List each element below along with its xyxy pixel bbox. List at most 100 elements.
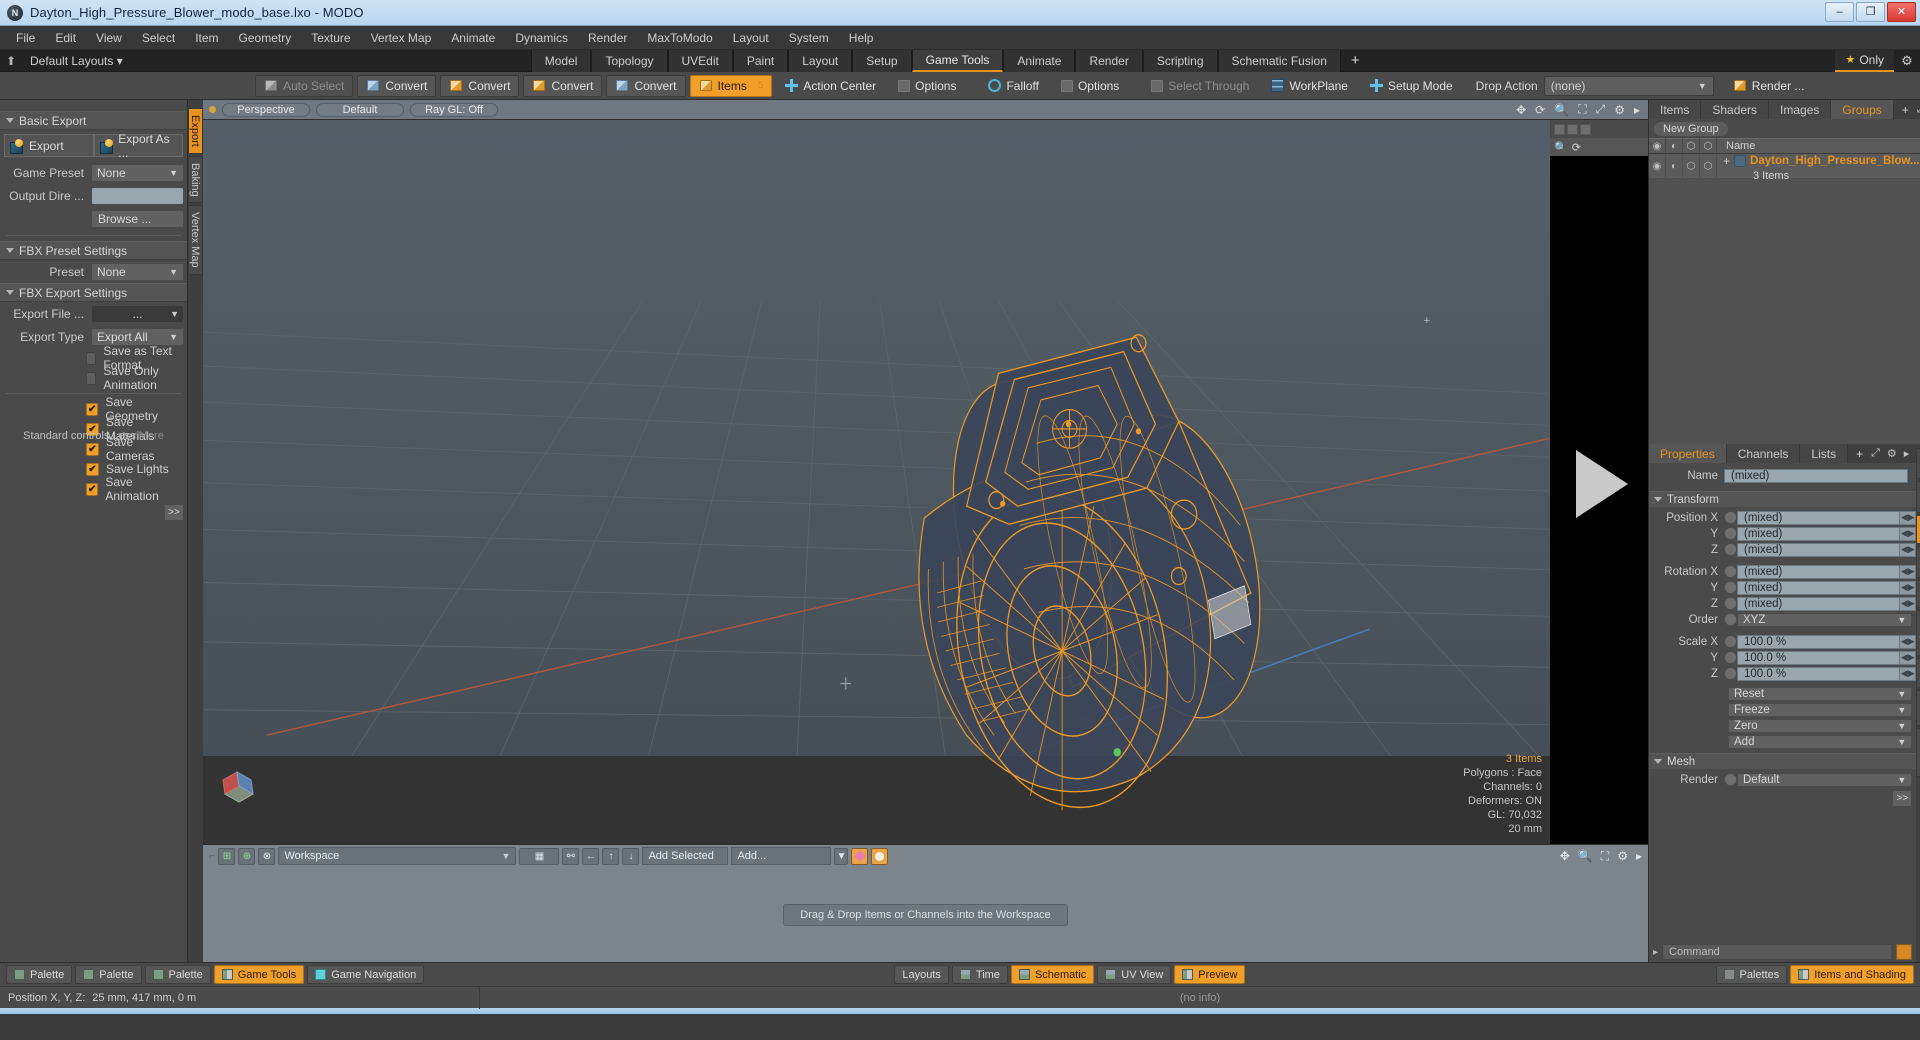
- scale-z-channel-toggle[interactable]: [1724, 667, 1737, 680]
- up-icon[interactable]: ↑: [602, 847, 620, 865]
- less-link[interactable]: Less: [112, 430, 135, 442]
- tab-items[interactable]: Items: [1649, 100, 1702, 119]
- move-icon[interactable]: ✥: [1516, 103, 1526, 117]
- menu-edit[interactable]: Edit: [45, 28, 86, 48]
- expand-more-button[interactable]: >>: [164, 504, 184, 521]
- fbx-export-section-header[interactable]: FBX Export Settings: [0, 283, 187, 302]
- vtab-group[interactable]: Group ...: [1916, 609, 1920, 657]
- preview-button[interactable]: Preview: [1174, 965, 1246, 984]
- search-icon[interactable]: 🔍: [1554, 141, 1568, 154]
- back-icon[interactable]: ←: [582, 847, 600, 865]
- vtab-export[interactable]: Export: [188, 108, 203, 154]
- browse-button[interactable]: Browse ...: [91, 209, 184, 228]
- preview-option-icon-1[interactable]: [1554, 123, 1565, 135]
- freeze-button[interactable]: Freeze ▼: [1728, 702, 1913, 717]
- time-button[interactable]: Time: [951, 965, 1008, 984]
- tab-channels[interactable]: Channels: [1726, 444, 1801, 463]
- add-button[interactable]: Add ▼: [1728, 734, 1913, 749]
- layout-tab-render[interactable]: Render: [1075, 49, 1143, 72]
- position-z-input[interactable]: (mixed): [1737, 542, 1901, 557]
- gear-icon[interactable]: ⚙: [1894, 53, 1920, 69]
- add-link-icon[interactable]: ⊗: [258, 847, 276, 865]
- game-tools-button[interactable]: Game Tools: [213, 965, 305, 984]
- add-properties-tab-button[interactable]: +: [1848, 444, 1872, 463]
- new-group-button[interactable]: New Group: [1653, 120, 1729, 137]
- position-x-channel-toggle[interactable]: [1724, 511, 1737, 524]
- add-node-icon[interactable]: ✥: [1560, 849, 1570, 863]
- gear-icon[interactable]: ⚙: [1887, 447, 1897, 460]
- options-button-2[interactable]: Options: [1051, 74, 1129, 97]
- checkbox-row-save-only-animation[interactable]: ✔ Save Only Animation: [0, 364, 184, 392]
- workplane-button[interactable]: WorkPlane: [1262, 74, 1357, 97]
- fbx-preset-section-header[interactable]: FBX Preset Settings: [0, 241, 187, 260]
- palette-button-3[interactable]: Palette: [144, 965, 211, 984]
- render-button[interactable]: Render ...: [1723, 74, 1814, 97]
- palettes-button[interactable]: Palettes: [1715, 965, 1788, 984]
- schematic-button[interactable]: Schematic: [1010, 965, 1095, 984]
- add-channel-icon[interactable]: ⊕: [238, 847, 256, 865]
- layout-tab-scripting[interactable]: Scripting: [1142, 49, 1218, 72]
- setup-mode-button[interactable]: Setup Mode: [1360, 74, 1462, 97]
- layout-tab-animate[interactable]: Animate: [1003, 49, 1076, 72]
- menu-animate[interactable]: Animate: [441, 28, 505, 48]
- arrow-right-icon[interactable]: ▸: [1904, 447, 1910, 460]
- command-execute-button[interactable]: [1896, 944, 1913, 960]
- rotation-y-channel-toggle[interactable]: [1724, 581, 1737, 594]
- orientation-gizmo-icon[interactable]: [215, 764, 271, 820]
- menu-system[interactable]: System: [779, 28, 839, 48]
- render-select[interactable]: Default ▼: [1737, 772, 1913, 787]
- close-button[interactable]: ✕: [1887, 1, 1916, 22]
- command-input[interactable]: Command: [1662, 944, 1893, 960]
- mesh-section-header[interactable]: Mesh: [1649, 753, 1917, 769]
- properties-more-button[interactable]: >>: [1892, 790, 1913, 807]
- refresh-icon[interactable]: ⟳: [1572, 141, 1581, 154]
- row-render-icon[interactable]: ◐: [1666, 154, 1683, 179]
- save-geometry-checkbox[interactable]: ✔: [86, 402, 99, 416]
- scale-z-input[interactable]: 100.0 %: [1737, 666, 1901, 681]
- uv-view-button[interactable]: UV View: [1097, 965, 1172, 984]
- vtab-di[interactable]: Di ...: [1916, 658, 1920, 688]
- schematic-workspace[interactable]: Drag & Drop Items or Channels into the W…: [203, 867, 1648, 962]
- menu-maxtomodo[interactable]: MaxToModo: [637, 28, 722, 48]
- vtab-lo[interactable]: Lo ...: [1916, 481, 1920, 513]
- menu-texture[interactable]: Texture: [301, 28, 360, 48]
- only-toggle-button[interactable]: ★ Only: [1835, 49, 1894, 72]
- maximize-button[interactable]: ❐: [1856, 1, 1885, 22]
- tab-lists[interactable]: Lists: [1800, 444, 1849, 463]
- export-type-select[interactable]: Export All ▼: [91, 327, 184, 346]
- color-swatch-white[interactable]: [871, 847, 889, 865]
- scale-y-input[interactable]: 100.0 %: [1737, 650, 1901, 665]
- vtab-vertex-map[interactable]: Vertex Map: [188, 205, 203, 276]
- layout-tab-model[interactable]: Model: [530, 49, 592, 72]
- menu-file[interactable]: File: [6, 28, 45, 48]
- viewport-raygl-toggle[interactable]: Ray GL: Off: [410, 102, 498, 117]
- home-icon[interactable]: ⬆: [0, 54, 22, 68]
- group-list-row[interactable]: ◉ ◐ ⬡ ⬡ + Dayton_High_Pressure_Blow... 3…: [1649, 154, 1920, 182]
- row-visibility-icon[interactable]: ◉: [1649, 154, 1666, 179]
- select-through-button[interactable]: Select Through: [1142, 74, 1259, 97]
- checkbox-row-save-animation[interactable]: ✔ Save Animation: [0, 475, 184, 503]
- game-navigation-button[interactable]: Game Navigation: [307, 965, 425, 984]
- rotation-z-channel-toggle[interactable]: [1724, 597, 1737, 610]
- vtab-m[interactable]: M ...: [1916, 514, 1920, 544]
- expand-icon[interactable]: ⤢: [1596, 102, 1606, 117]
- zoom-icon[interactable]: 🔍: [1554, 103, 1569, 117]
- scale-x-stepper[interactable]: ◀▶: [1900, 634, 1917, 649]
- tab-groups[interactable]: Groups: [1831, 100, 1894, 119]
- save-lights-checkbox[interactable]: ✔: [86, 462, 99, 476]
- menu-layout[interactable]: Layout: [723, 28, 779, 48]
- menu-render[interactable]: Render: [578, 28, 637, 48]
- vtab-user-c[interactable]: User C ...: [1916, 728, 1920, 778]
- output-dir-input[interactable]: [91, 186, 184, 205]
- minimize-button[interactable]: –: [1825, 1, 1854, 22]
- position-z-stepper[interactable]: ◀▶: [1900, 542, 1917, 557]
- menu-geometry[interactable]: Geometry: [229, 28, 302, 48]
- items-and-shading-button[interactable]: Items and Shading: [1790, 965, 1914, 984]
- add-layout-tab-button[interactable]: +: [1341, 50, 1370, 72]
- preset-select[interactable]: None ▼: [91, 262, 184, 281]
- blower-model-wireframe[interactable]: [203, 120, 1550, 844]
- grid-icon[interactable]: ▦: [519, 847, 560, 865]
- export-button[interactable]: Export: [4, 134, 94, 157]
- scale-y-stepper[interactable]: ◀▶: [1900, 650, 1917, 665]
- convert-button-1[interactable]: Convert: [357, 74, 437, 97]
